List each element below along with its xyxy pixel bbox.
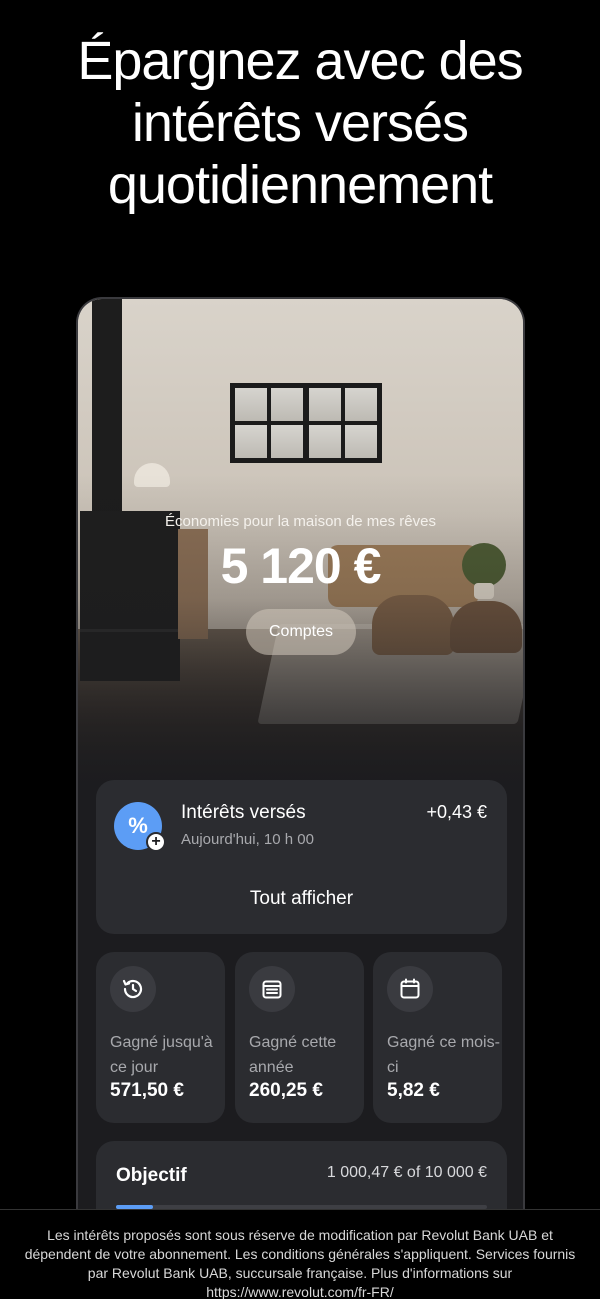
headline: Épargnez avec des intérêts versés quotid… xyxy=(0,30,600,216)
stat-card-earned-this-year[interactable]: Gagné cette année 260,25 € xyxy=(235,952,364,1123)
see-all-button[interactable]: Tout afficher xyxy=(96,888,507,910)
goal-progress-text: 1 000,47 € of 10 000 € xyxy=(326,1164,487,1181)
stat-value: 571,50 € xyxy=(110,1080,184,1101)
stat-label: Gagné ce mois-ci xyxy=(387,1034,500,1076)
calendar-year-icon xyxy=(249,966,295,1012)
phone-mockup: Économies pour la maison de mes rêves 5 … xyxy=(76,297,525,1299)
savings-pocket-name: Économies pour la maison de mes rêves xyxy=(165,513,436,530)
comptes-button[interactable]: Comptes xyxy=(246,609,356,655)
interest-amount: +0,43 € xyxy=(426,802,487,822)
headline-line-2: intérêts versés xyxy=(131,93,469,153)
legal-disclaimer: Les intérêts proposés sont sous réserve … xyxy=(0,1209,600,1299)
headline-line-3: quotidiennement xyxy=(107,155,493,215)
page: Épargnez avec des intérêts versés quotid… xyxy=(0,0,600,1299)
plus-badge-icon: + xyxy=(146,832,166,852)
calendar-month-icon xyxy=(387,966,433,1012)
stat-card-earned-to-date[interactable]: Gagné jusqu'à ce jour 571,50 € xyxy=(96,952,225,1123)
hero-savings-banner: Économies pour la maison de mes rêves 5 … xyxy=(78,299,523,799)
stat-value: 5,82 € xyxy=(387,1080,440,1101)
interest-timestamp: Aujourd'hui, 10 h 00 xyxy=(181,831,314,848)
stat-label: Gagné cette année xyxy=(249,1034,337,1076)
interest-title: Intérêts versés xyxy=(181,802,306,823)
interest-paid-card[interactable]: % + Intérêts versés Aujourd'hui, 10 h 00… xyxy=(96,780,507,934)
savings-balance: 5 120 € xyxy=(220,538,382,594)
stat-card-earned-this-month[interactable]: Gagné ce mois-ci 5,82 € xyxy=(373,952,502,1123)
stat-label: Gagné jusqu'à ce jour xyxy=(110,1034,213,1076)
history-icon xyxy=(110,966,156,1012)
headline-line-1: Épargnez avec des xyxy=(77,31,523,91)
goal-title: Objectif xyxy=(116,1165,187,1186)
stat-value: 260,25 € xyxy=(249,1080,323,1101)
